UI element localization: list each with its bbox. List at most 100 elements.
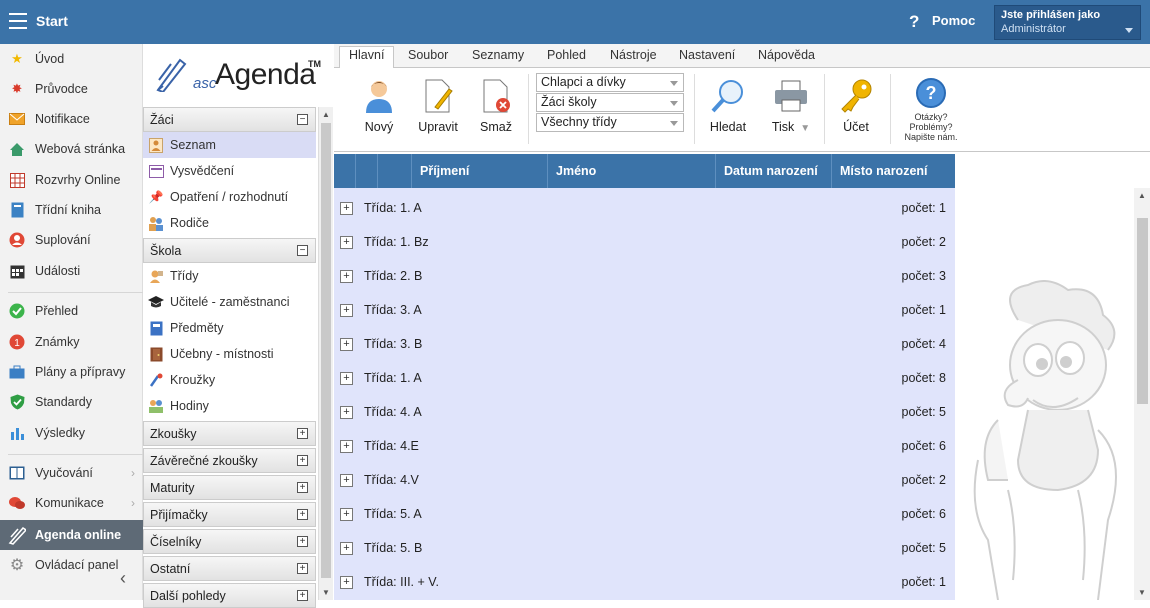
- collapse-sidebar-icon[interactable]: ‹: [120, 568, 126, 589]
- header-dob[interactable]: Datum narození: [716, 154, 832, 188]
- agenda-item-opatreni[interactable]: 📌 Opatření / rozhodnutí: [143, 184, 316, 210]
- agenda-item-tridy[interactable]: Třídy: [143, 263, 316, 289]
- table-row[interactable]: + Třída: 1. Bz počet: 2: [334, 224, 955, 258]
- expand-row-icon[interactable]: +: [340, 338, 353, 351]
- section-maturity[interactable]: Maturity +: [143, 475, 316, 500]
- nav-item-suplovani[interactable]: Suplování: [0, 226, 143, 254]
- section-ciselniky[interactable]: Číselníky +: [143, 529, 316, 554]
- classes-filter-select[interactable]: Všechny třídy: [536, 113, 684, 132]
- section-zaverecne-zkousky[interactable]: Závěrečné zkoušky +: [143, 448, 316, 473]
- help-link[interactable]: Pomoc: [932, 13, 975, 28]
- tab-nastaveni[interactable]: Nastavení: [679, 48, 735, 68]
- scroll-down-icon[interactable]: ▼: [1138, 588, 1146, 597]
- table-row[interactable]: + Třída: 5. A počet: 6: [334, 496, 955, 530]
- nav-item-pruvodce[interactable]: ✸ Průvodce: [0, 75, 143, 103]
- user-menu[interactable]: Jste přihlášen jako Administrátor: [994, 5, 1141, 40]
- nav-item-agenda-online[interactable]: Agenda online: [0, 520, 143, 550]
- expand-toggle-icon[interactable]: +: [297, 536, 308, 547]
- collapse-toggle-icon[interactable]: −: [297, 245, 308, 256]
- search-button[interactable]: Hledat: [706, 68, 750, 134]
- header-name[interactable]: Jméno: [548, 154, 716, 188]
- nav-item-znamky[interactable]: 1 Známky: [0, 328, 143, 356]
- collapse-toggle-icon[interactable]: −: [297, 114, 308, 125]
- print-button[interactable]: Tisk ▼: [764, 68, 818, 134]
- tab-soubor[interactable]: Soubor: [408, 48, 448, 68]
- nav-item-rozvrhy-online[interactable]: Rozvrhy Online: [0, 166, 143, 194]
- table-row[interactable]: + Třída: 5. B počet: 5: [334, 530, 955, 564]
- nav-item-webova-stranka[interactable]: Webová stránka: [0, 135, 143, 163]
- nav-item-notifikace[interactable]: Notifikace: [0, 105, 143, 133]
- section-zkousky[interactable]: Zkoušky +: [143, 421, 316, 446]
- expand-row-icon[interactable]: +: [340, 304, 353, 317]
- agenda-item-krouzky[interactable]: Kroužky: [143, 367, 316, 393]
- expand-row-icon[interactable]: +: [340, 372, 353, 385]
- section-ostatni[interactable]: Ostatní +: [143, 556, 316, 581]
- gender-filter-select[interactable]: Chlapci a dívky: [536, 73, 684, 92]
- agenda-item-hodiny[interactable]: Hodiny: [143, 393, 316, 419]
- agenda-item-seznam[interactable]: Seznam: [143, 132, 316, 158]
- scroll-up-icon[interactable]: ▲: [322, 110, 330, 119]
- scroll-up-icon[interactable]: ▲: [1138, 191, 1146, 200]
- agenda-item-predmety[interactable]: Předměty: [143, 315, 316, 341]
- nav-item-udalosti[interactable]: Události: [0, 257, 143, 285]
- tab-pohled[interactable]: Pohled: [547, 48, 586, 68]
- expand-toggle-icon[interactable]: +: [297, 428, 308, 439]
- expand-row-icon[interactable]: +: [340, 236, 353, 249]
- header-pob[interactable]: Místo narození: [832, 154, 955, 188]
- table-row[interactable]: + Třída: III. + V. počet: 1: [334, 564, 955, 598]
- hamburger-menu-icon[interactable]: [9, 13, 27, 29]
- scroll-down-icon[interactable]: ▼: [322, 588, 330, 597]
- section-zaci[interactable]: Žáci −: [143, 107, 316, 132]
- agenda-item-ucebny[interactable]: Učebny - místnosti: [143, 341, 316, 367]
- help-icon[interactable]: ?: [909, 12, 919, 32]
- expand-row-icon[interactable]: +: [340, 202, 353, 215]
- expand-toggle-icon[interactable]: +: [297, 590, 308, 601]
- agenda-item-vysvedceni[interactable]: Vysvědčení: [143, 158, 316, 184]
- section-skola[interactable]: Škola −: [143, 238, 316, 263]
- tab-nastroje[interactable]: Nástroje: [610, 48, 657, 68]
- expand-toggle-icon[interactable]: +: [297, 509, 308, 520]
- nav-item-plany-a-pripravy[interactable]: Plány a přípravy: [0, 358, 143, 386]
- nav-item-standardy[interactable]: Standardy: [0, 388, 143, 416]
- tab-hlavni[interactable]: Hlavní: [339, 46, 395, 69]
- expand-row-icon[interactable]: +: [340, 440, 353, 453]
- nav-item-tridni-kniha[interactable]: Třídní kniha: [0, 196, 143, 224]
- nav-item-vysledky[interactable]: Výsledky: [0, 419, 143, 447]
- user-menu-caret-icon[interactable]: [1125, 28, 1133, 33]
- agenda-item-ucitele[interactable]: Učitelé - zaměstnanci: [143, 289, 316, 315]
- table-scrollbar[interactable]: ▲ ▼: [1134, 188, 1150, 600]
- tab-napoveda[interactable]: Nápověda: [758, 48, 815, 68]
- print-dropdown-icon[interactable]: ▼: [800, 123, 810, 134]
- table-row[interactable]: + Třída: 4.E počet: 6: [334, 428, 955, 462]
- expand-row-icon[interactable]: +: [340, 542, 353, 555]
- agenda-panel-scrollbar[interactable]: ▲ ▼: [318, 107, 333, 600]
- section-dalsi-pohledy[interactable]: Další pohledy +: [143, 583, 316, 608]
- table-row[interactable]: + Třída: 1. A počet: 8: [334, 360, 955, 394]
- scrollbar-thumb[interactable]: [321, 123, 331, 578]
- agenda-item-rodice[interactable]: Rodiče: [143, 210, 316, 236]
- nav-item-vyucovani[interactable]: Vyučování ›: [0, 459, 143, 487]
- expand-row-icon[interactable]: +: [340, 270, 353, 283]
- expand-row-icon[interactable]: +: [340, 508, 353, 521]
- expand-toggle-icon[interactable]: +: [297, 563, 308, 574]
- table-row[interactable]: + Třída: 2. B počet: 3: [334, 258, 955, 292]
- section-prijimacky[interactable]: Přijímačky +: [143, 502, 316, 527]
- scrollbar-thumb[interactable]: [1137, 218, 1148, 404]
- expand-toggle-icon[interactable]: +: [297, 455, 308, 466]
- nav-item-uvod[interactable]: ★ Úvod: [0, 45, 143, 73]
- nav-item-prehled[interactable]: Přehled: [0, 297, 143, 325]
- start-label[interactable]: Start: [36, 13, 68, 29]
- tab-seznamy[interactable]: Seznamy: [472, 48, 524, 68]
- students-filter-select[interactable]: Žáci školy: [536, 93, 684, 112]
- nav-item-komunikace[interactable]: Komunikace ›: [0, 489, 143, 517]
- table-row[interactable]: + Třída: 4. A počet: 5: [334, 394, 955, 428]
- edit-button[interactable]: Upravit: [416, 68, 460, 134]
- expand-row-icon[interactable]: +: [340, 576, 353, 589]
- table-row[interactable]: + Třída: 4.V počet: 2: [334, 462, 955, 496]
- expand-row-icon[interactable]: +: [340, 474, 353, 487]
- table-row[interactable]: + Třída: 3. A počet: 1: [334, 292, 955, 326]
- table-row[interactable]: + Třída: 3. B počet: 4: [334, 326, 955, 360]
- account-button[interactable]: Účet: [836, 68, 876, 134]
- expand-row-icon[interactable]: +: [340, 406, 353, 419]
- expand-toggle-icon[interactable]: +: [297, 482, 308, 493]
